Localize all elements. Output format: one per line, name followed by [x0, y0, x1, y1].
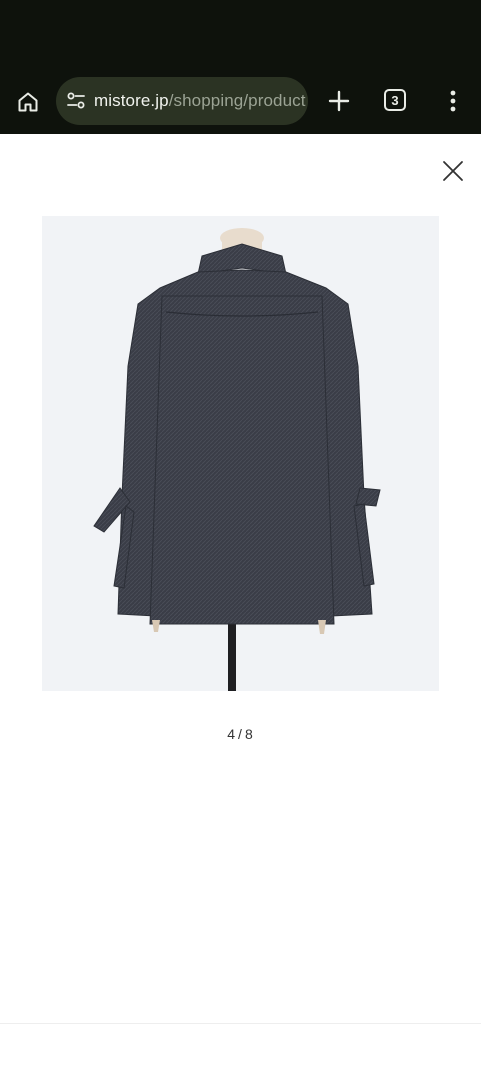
tab-switcher-button[interactable]: 3: [384, 89, 406, 111]
new-tab-button[interactable]: [322, 84, 356, 118]
menu-button[interactable]: [440, 84, 466, 118]
product-image[interactable]: [42, 216, 439, 691]
more-vert-icon: [450, 90, 456, 112]
denim-jacket-back-photo: [93, 228, 381, 691]
total-images: 8: [244, 726, 254, 742]
counter-separator: /: [238, 726, 243, 742]
divider: [0, 1023, 481, 1024]
url-domain: mistore.jp: [94, 91, 169, 110]
url-text[interactable]: mistore.jp/shopping/product: [94, 91, 306, 111]
current-image-index: 4: [227, 726, 237, 742]
address-bar[interactable]: mistore.jp/shopping/product: [56, 77, 308, 125]
tab-count: 3: [391, 92, 399, 108]
home-icon: [18, 92, 38, 112]
url-path: /shopping/product: [168, 91, 306, 110]
close-icon: [443, 161, 463, 181]
home-button[interactable]: [10, 84, 46, 120]
image-counter: 4/8: [0, 726, 481, 742]
site-settings-button[interactable]: [65, 90, 87, 112]
status-bar: [0, 0, 481, 68]
browser-toolbar: mistore.jp/shopping/product 3: [0, 68, 481, 134]
tune-icon: [67, 92, 85, 109]
close-viewer-button[interactable]: [438, 156, 468, 186]
plus-icon: [328, 90, 350, 112]
